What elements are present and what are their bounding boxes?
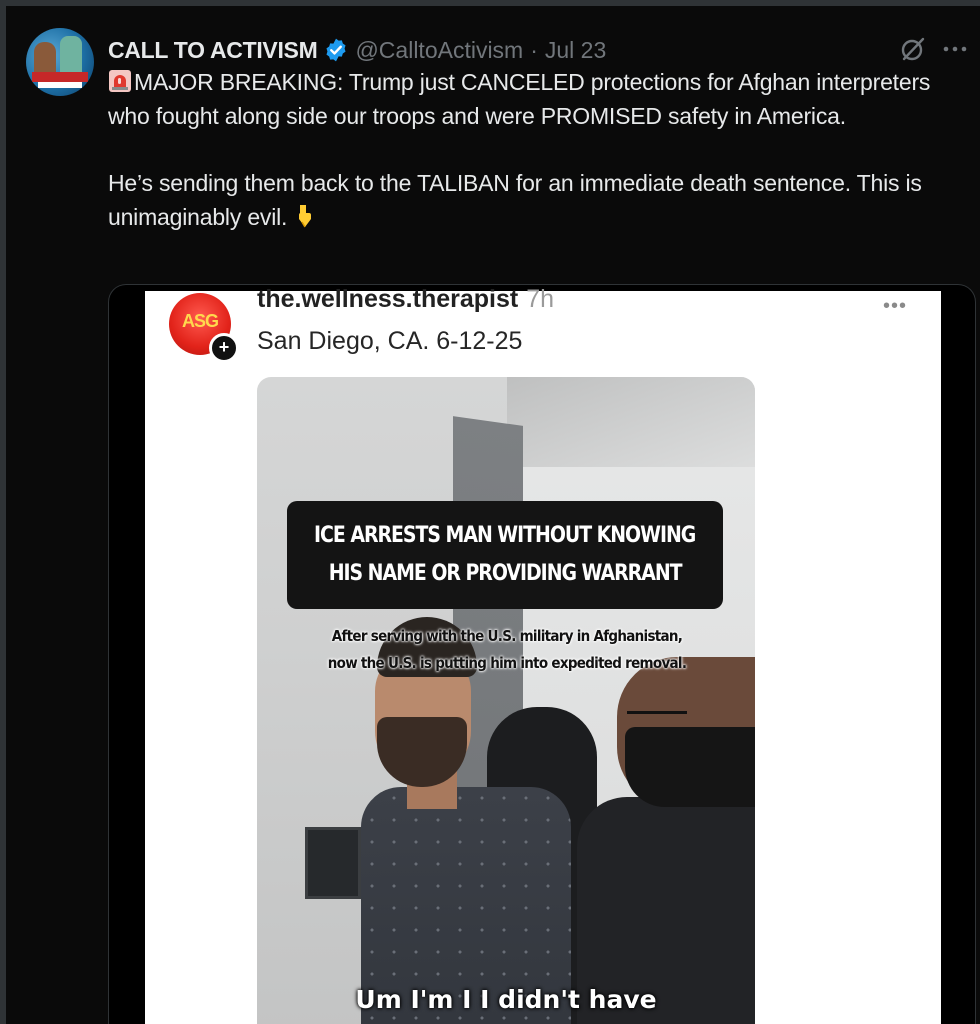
tweet-header: CALL TO ACTIVISM @CalltoActivism · Jul 2… xyxy=(108,36,606,64)
instagram-screenshot: ASG + the.wellness.therapist 7h ••• San D… xyxy=(145,285,941,1024)
video-frame: ICE ARRESTS MAN WITHOUT KNOWING HIS NAME… xyxy=(257,377,755,1024)
ig-time: 7h xyxy=(526,285,555,313)
grok-icon[interactable] xyxy=(898,34,928,64)
tweet-paragraph-1-text: MAJOR BREAKING: Trump just CANCELED prot… xyxy=(108,69,931,129)
tweet-text: MAJOR BREAKING: Trump just CANCELED prot… xyxy=(108,66,968,234)
pointing-down-icon xyxy=(291,203,315,229)
tweet-card[interactable]: CALL TO ACTIVISM @CalltoActivism · Jul 2… xyxy=(6,6,980,1024)
video-subcaption: After serving with the U.S. military in … xyxy=(277,623,737,677)
verified-badge-icon xyxy=(323,37,349,63)
avatar-person xyxy=(34,42,56,76)
siren-icon xyxy=(108,69,132,93)
video-wall-panel xyxy=(305,827,361,899)
ig-avatar-logo: ASG xyxy=(181,311,219,331)
embedded-media[interactable]: ASG + the.wellness.therapist 7h ••• San D… xyxy=(108,284,976,1024)
ig-username: the.wellness.therapist xyxy=(257,285,519,313)
follow-plus-icon: + xyxy=(209,333,239,363)
tweet-date[interactable]: Jul 23 xyxy=(545,37,606,64)
more-options-icon[interactable] xyxy=(940,34,970,64)
tweet-paragraph-1: MAJOR BREAKING: Trump just CANCELED prot… xyxy=(108,66,968,133)
author-name[interactable]: CALL TO ACTIVISM xyxy=(108,37,318,64)
ig-location: San Diego, CA. 6-12-25 xyxy=(257,327,523,355)
avatar-statue xyxy=(60,36,82,76)
avatar-banner-stripe xyxy=(38,82,82,88)
video-subcaption-line-2: now the U.S. is putting him into expedit… xyxy=(327,654,687,672)
author-handle[interactable]: @CalltoActivism xyxy=(355,37,523,64)
video-caption-box: ICE ARRESTS MAN WITHOUT KNOWING HIS NAME… xyxy=(287,501,723,609)
header-separator: · xyxy=(530,36,538,63)
author-avatar[interactable] xyxy=(26,28,94,96)
avatar-banner xyxy=(32,72,88,82)
video-ceiling xyxy=(507,377,755,467)
ig-avatar: ASG + xyxy=(169,293,239,363)
video-speech-subtitle: Um I'm I I didn't have xyxy=(355,985,657,1014)
ig-more-icon: ••• xyxy=(883,295,908,317)
video-officer-mask xyxy=(625,727,755,807)
tweet-paragraph-2-text: He’s sending them back to the TALIBAN fo… xyxy=(108,170,922,230)
ig-username-line: the.wellness.therapist 7h xyxy=(257,285,554,314)
video-subcaption-line-1: After serving with the U.S. military in … xyxy=(331,627,683,645)
video-caption-line-2: HIS NAME OR PROVIDING WARRANT xyxy=(328,561,683,586)
video-caption-line-1: ICE ARRESTS MAN WITHOUT KNOWING xyxy=(314,523,696,548)
tweet-paragraph-2: He’s sending them back to the TALIBAN fo… xyxy=(108,167,968,234)
video-officer-glasses xyxy=(627,711,687,721)
